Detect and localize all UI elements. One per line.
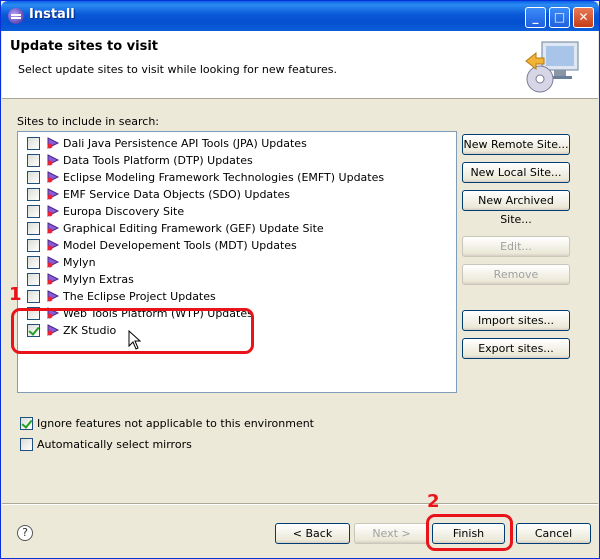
list-item[interactable]: The Eclipse Project Updates — [18, 288, 456, 305]
site-label: Model Developement Tools (MDT) Updates — [63, 239, 297, 252]
list-item[interactable]: Europa Discovery Site — [18, 203, 456, 220]
site-checkbox[interactable] — [27, 137, 40, 150]
site-checkbox[interactable] — [27, 290, 40, 303]
close-button[interactable]: ✕ — [573, 7, 594, 28]
next-button[interactable]: Next > — [354, 523, 429, 544]
export-sites-button[interactable]: Export sites... — [462, 338, 570, 359]
update-site-icon — [47, 290, 60, 302]
site-checkbox[interactable] — [27, 171, 40, 184]
auto-mirrors-label: Automatically select mirrors — [37, 438, 192, 451]
help-icon[interactable]: ? — [17, 525, 33, 541]
update-site-icon — [47, 171, 60, 183]
site-checkbox[interactable] — [27, 256, 40, 269]
list-item[interactable]: Data Tools Platform (DTP) Updates — [18, 152, 456, 169]
site-checkbox[interactable] — [27, 154, 40, 167]
annotation-step-1: 1 — [9, 284, 22, 305]
update-site-icon — [47, 188, 60, 200]
site-label: Europa Discovery Site — [63, 205, 185, 218]
window-title: Install — [29, 7, 75, 22]
minimize-button[interactable]: _ — [525, 7, 546, 28]
title-bar[interactable]: Install _ □ ✕ — [1, 1, 599, 31]
auto-mirrors-checkbox[interactable] — [20, 438, 33, 451]
wizard-header: Update sites to visit Select update site… — [2, 31, 598, 99]
new-local-site-button[interactable]: New Local Site... — [462, 162, 570, 183]
site-label: Mylyn — [63, 256, 96, 269]
eclipse-icon — [8, 8, 24, 24]
sites-label: Sites to include in search: — [17, 115, 160, 128]
site-label: Graphical Editing Framework (GEF) Update… — [63, 222, 324, 235]
install-cd-icon — [525, 41, 579, 93]
update-site-icon — [47, 273, 60, 285]
update-site-icon — [47, 205, 60, 217]
site-checkbox[interactable] — [27, 273, 40, 286]
page-title: Update sites to visit — [10, 39, 158, 54]
list-item[interactable]: EMF Service Data Objects (SDO) Updates — [18, 186, 456, 203]
remove-button[interactable]: Remove — [462, 264, 570, 285]
new-archived-site-button[interactable]: New Archived Site... — [462, 190, 570, 226]
site-label: Eclipse Modeling Framework Technologies … — [63, 171, 385, 184]
annotation-box-finish — [426, 514, 513, 551]
site-label: The Eclipse Project Updates — [63, 290, 216, 303]
update-site-icon — [47, 137, 60, 149]
list-item[interactable]: Model Developement Tools (MDT) Updates — [18, 237, 456, 254]
list-item[interactable]: Mylyn Extras — [18, 271, 456, 288]
annotation-step-2: 2 — [427, 491, 440, 512]
list-item[interactable]: Graphical Editing Framework (GEF) Update… — [18, 220, 456, 237]
back-button[interactable]: < Back — [275, 523, 350, 544]
cancel-button[interactable]: Cancel — [516, 523, 591, 544]
list-item[interactable]: Dali Java Persistence API Tools (JPA) Up… — [18, 135, 456, 152]
update-site-icon — [47, 154, 60, 166]
list-item[interactable]: Mylyn — [18, 254, 456, 271]
site-label: Dali Java Persistence API Tools (JPA) Up… — [63, 137, 307, 150]
site-checkbox[interactable] — [27, 188, 40, 201]
update-site-icon — [47, 239, 60, 251]
mouse-cursor-icon — [128, 330, 142, 350]
new-remote-site-button[interactable]: New Remote Site... — [462, 134, 570, 155]
site-checkbox[interactable] — [27, 205, 40, 218]
site-label: EMF Service Data Objects (SDO) Updates — [63, 188, 290, 201]
list-item[interactable]: Eclipse Modeling Framework Technologies … — [18, 169, 456, 186]
edit-button[interactable]: Edit... — [462, 236, 570, 257]
site-checkbox[interactable] — [27, 239, 40, 252]
maximize-button[interactable]: □ — [549, 7, 570, 28]
install-dialog: Install _ □ ✕ Update sites to visit Sele… — [0, 0, 600, 559]
update-site-icon — [47, 256, 60, 268]
site-label: Data Tools Platform (DTP) Updates — [63, 154, 253, 167]
ignore-features-checkbox[interactable] — [20, 417, 33, 430]
site-checkbox[interactable] — [27, 222, 40, 235]
footer-divider — [2, 503, 598, 505]
ignore-features-label: Ignore features not applicable to this e… — [37, 417, 314, 430]
import-sites-button[interactable]: Import sites... — [462, 310, 570, 331]
update-site-icon — [47, 222, 60, 234]
site-label: Mylyn Extras — [63, 273, 134, 286]
page-description: Select update sites to visit while looki… — [18, 63, 338, 76]
